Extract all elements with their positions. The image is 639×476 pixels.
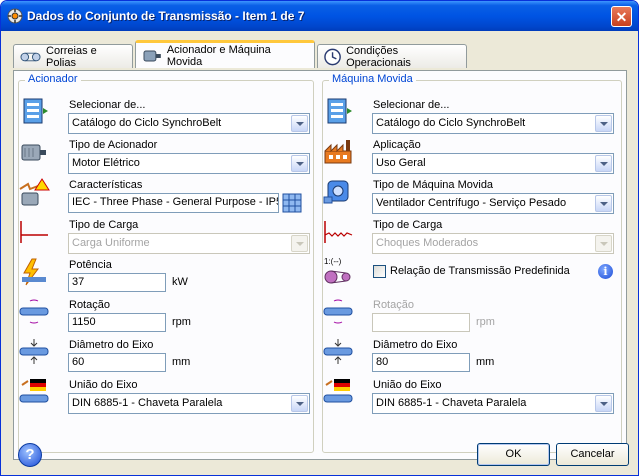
acionador-selecionar-select[interactable]: Catálogo do Ciclo SynchroBelt [68, 113, 310, 134]
select-value: Uso Geral [376, 157, 426, 169]
chevron-down-icon[interactable] [595, 155, 612, 172]
acionador-selecionar-label: Selecionar de... [69, 99, 146, 111]
tab-acionador-maquina[interactable]: Acionador e Máquina Movida [135, 40, 315, 68]
select-value: Ventilador Centrífugo - Serviço Pesado [376, 197, 567, 209]
title-bar[interactable]: Dados do Conjunto de Transmissão - Item … [1, 1, 638, 31]
tab-label: Correias e Polias [46, 44, 97, 69]
window-title: Dados do Conjunto de Transmissão - Item … [27, 9, 305, 23]
info-icon[interactable]: i [598, 264, 613, 279]
field-value: 37 [72, 276, 85, 288]
fan-icon [323, 180, 349, 204]
acionador-rotacao-field[interactable]: 1150 [68, 313, 166, 332]
maquina-rotacao-field[interactable] [372, 313, 470, 332]
maquina-aplicacao-select[interactable]: Uso Geral [372, 153, 614, 174]
clock-icon [324, 48, 341, 65]
help-button[interactable]: ? [18, 443, 42, 467]
maquina-tipo-carga-label: Tipo de Carga [373, 219, 443, 231]
chevron-down-icon[interactable] [595, 235, 612, 252]
select-value: DIN 6885-1 - Chaveta Paralela [72, 397, 223, 409]
acionador-rotacao-label: Rotação [69, 299, 110, 311]
load-curve-icon [324, 221, 353, 243]
warning-characteristics-icon [19, 178, 50, 206]
relacao-checkbox[interactable] [373, 265, 386, 278]
tab-panel: Acionador Selecionar de... Catálogo do C… [13, 70, 627, 460]
field-value: 80 [376, 356, 389, 368]
close-button[interactable]: ✕ [611, 6, 632, 27]
load-curve-icon [20, 221, 48, 243]
catalog-icon [327, 98, 352, 124]
relacao-label[interactable]: Relação de Transmissão Predefinida [390, 265, 570, 277]
window-icon [7, 8, 23, 24]
tab-label: Condições Operacionais [346, 44, 411, 69]
maquina-aplicacao-label: Aplicação [373, 139, 421, 151]
diameter-shaft-icon [323, 339, 353, 364]
acionador-uniao-label: União do Eixo [69, 379, 138, 391]
rotation-shaft-icon [323, 299, 353, 324]
tab-correias-polias[interactable]: Correias e Polias [13, 44, 133, 69]
rotation-shaft-icon [19, 299, 49, 324]
field-value: IEC - Three Phase - General Purpose - IP… [72, 196, 279, 208]
dialog-window: Dados do Conjunto de Transmissão - Item … [0, 0, 639, 476]
chevron-down-icon[interactable] [291, 235, 308, 252]
belt-pulley-icon [20, 52, 41, 61]
select-value: Motor Elétrico [72, 157, 140, 169]
maquina-uniao-label: União do Eixo [373, 379, 442, 391]
acionador-caracteristicas-field[interactable]: IEC - Three Phase - General Purpose - IP… [68, 193, 279, 213]
chevron-down-icon[interactable] [291, 395, 308, 412]
acionador-rotacao-unit: rpm [172, 316, 191, 328]
tab-condicoes[interactable]: Condições Operacionais [317, 44, 467, 69]
select-value: Choques Moderados [376, 237, 479, 249]
diameter-shaft-icon [19, 339, 49, 364]
acionador-tipo-carga-label: Tipo de Carga [69, 219, 139, 231]
select-value: Carga Uniforme [72, 237, 150, 249]
maquina-diametro-label: Diâmetro do Eixo [373, 339, 458, 351]
maquina-diametro-unit: mm [476, 356, 495, 368]
maquina-group-title: Máquina Movida [329, 73, 416, 85]
acionador-uniao-select[interactable]: DIN 6885-1 - Chaveta Paralela [68, 393, 310, 414]
cancel-button[interactable]: Cancelar [556, 443, 629, 466]
chevron-down-icon[interactable] [291, 115, 308, 132]
tab-label: Acionador e Máquina Movida [166, 43, 271, 68]
acionador-group-title: Acionador [25, 73, 81, 85]
maquina-selecionar-label: Selecionar de... [373, 99, 450, 111]
field-value: 1150 [72, 316, 96, 328]
factory-icon [324, 140, 352, 164]
dialog-client: Correias e Polias Acionador e Máquina Mo… [4, 31, 635, 472]
maquina-selecionar-select[interactable]: Catálogo do Ciclo SynchroBelt [372, 113, 614, 134]
chevron-down-icon[interactable] [595, 115, 612, 132]
chevron-down-icon[interactable] [595, 395, 612, 412]
acionador-caracteristicas-label: Características [69, 179, 143, 191]
maquina-diametro-field[interactable]: 80 [372, 353, 470, 372]
acionador-potencia-field[interactable]: 37 [68, 273, 166, 292]
acionador-tipo-carga-select[interactable]: Carga Uniforme [68, 233, 310, 254]
acionador-potencia-unit: kW [172, 276, 188, 288]
maquina-tipo-label: Tipo de Máquina Movida [373, 179, 494, 191]
germany-flag-shaft-icon [19, 379, 49, 403]
chevron-down-icon[interactable] [595, 195, 612, 212]
select-value: DIN 6885-1 - Chaveta Paralela [376, 397, 527, 409]
maquina-uniao-select[interactable]: DIN 6885-1 - Chaveta Paralela [372, 393, 614, 414]
acionador-tipo-label: Tipo de Acionador [69, 139, 158, 151]
acionador-diametro-field[interactable]: 60 [68, 353, 166, 372]
grid-icon[interactable] [280, 189, 304, 215]
ratio-badge: 1:(--) [324, 257, 342, 266]
ok-button[interactable]: OK [477, 443, 550, 466]
chevron-down-icon[interactable] [291, 155, 308, 172]
acionador-tipo-select[interactable]: Motor Elétrico [68, 153, 310, 174]
acionador-potencia-label: Potência [69, 259, 112, 271]
catalog-icon [23, 98, 48, 124]
acionador-diametro-unit: mm [172, 356, 191, 368]
acionador-diametro-label: Diâmetro do Eixo [69, 339, 154, 351]
select-value: Catálogo do Ciclo SynchroBelt [376, 117, 526, 129]
motor-icon [21, 144, 46, 161]
maquina-rotacao-label: Rotação [373, 299, 414, 311]
lightning-icon [22, 258, 46, 286]
germany-flag-shaft-icon [323, 379, 353, 403]
maquina-rotacao-unit: rpm [476, 316, 495, 328]
maquina-tipo-select[interactable]: Ventilador Centrífugo - Serviço Pesado [372, 193, 614, 214]
maquina-tipo-carga-select[interactable]: Choques Moderados [372, 233, 614, 254]
field-value: 60 [72, 356, 85, 368]
motor-tab-icon [143, 50, 161, 61]
select-value: Catálogo do Ciclo SynchroBelt [72, 117, 222, 129]
